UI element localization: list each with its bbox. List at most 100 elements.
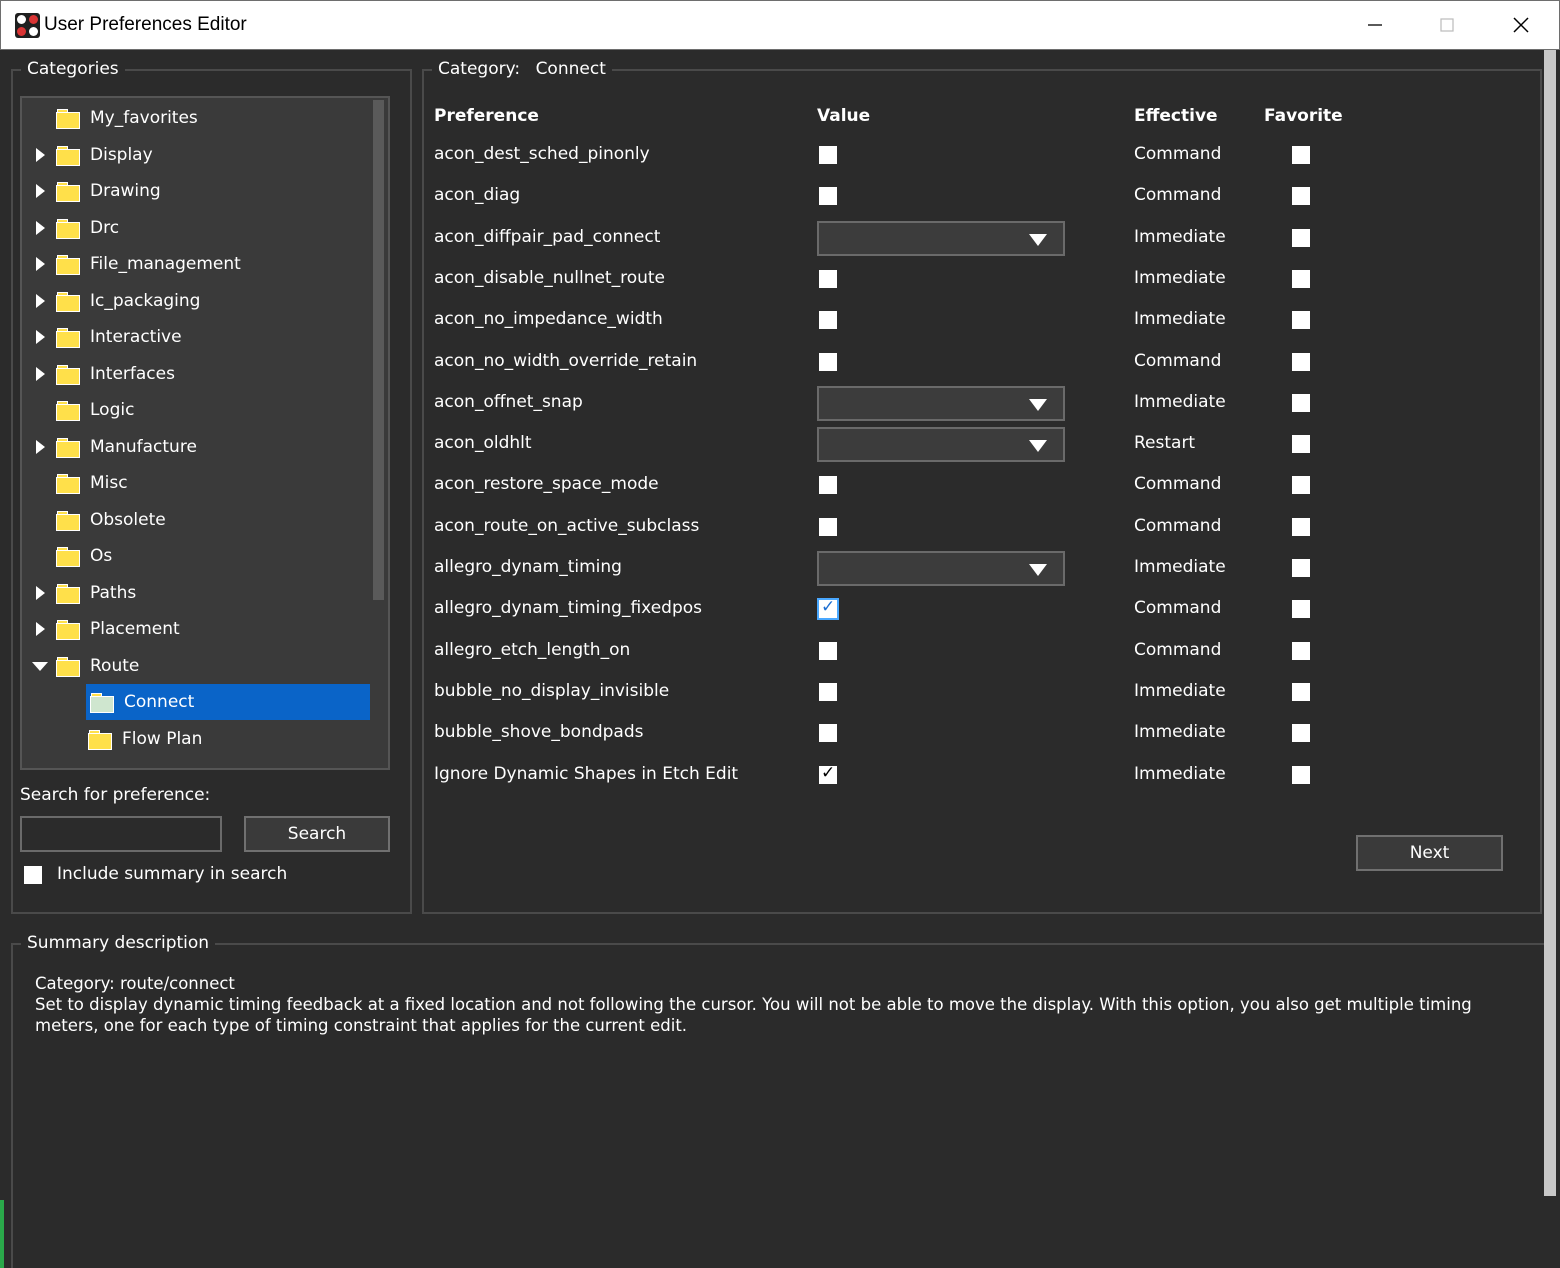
folder-icon [56, 437, 80, 458]
value-checkbox[interactable] [819, 724, 837, 743]
tree-scrollbar[interactable] [373, 100, 384, 600]
collapsed-arrow-icon[interactable] [32, 621, 48, 637]
collapsed-arrow-icon[interactable] [32, 329, 48, 345]
category-tree[interactable]: My_favorites Display Drawing Drc File_manage… [20, 96, 390, 770]
window-scrollbar[interactable] [1544, 50, 1556, 1196]
tree-item-file-management[interactable]: File_management [22, 246, 362, 282]
tree-item-placement[interactable]: Placement [22, 611, 362, 647]
tree-item-misc[interactable]: Misc [22, 465, 362, 501]
collapsed-arrow-icon[interactable] [32, 256, 48, 272]
tree-item-label: Ic_packaging [90, 290, 201, 311]
effective-label: Immediate [1134, 722, 1226, 743]
collapsed-arrow-icon[interactable] [32, 183, 48, 199]
preference-name: acon_restore_space_mode [434, 474, 659, 495]
preference-row: acon_oldhlt Restart [434, 427, 1434, 463]
favorite-checkbox[interactable] [1292, 187, 1310, 206]
tree-item-drc[interactable]: Drc [22, 210, 362, 246]
tree-item-connect[interactable]: Connect [86, 684, 370, 720]
favorite-checkbox[interactable] [1292, 435, 1310, 454]
effective-label: Command [1134, 474, 1222, 495]
value-checkbox[interactable] [819, 146, 837, 164]
favorite-checkbox[interactable] [1292, 765, 1310, 784]
preference-name: acon_oldhlt [434, 433, 532, 454]
collapsed-arrow-icon[interactable] [32, 366, 48, 382]
favorite-checkbox[interactable] [1292, 641, 1310, 660]
favorite-checkbox[interactable] [1292, 393, 1310, 412]
preference-row: acon_diffpair_pad_connect Immediate [434, 220, 1434, 256]
next-button[interactable]: Next [1356, 835, 1503, 871]
value-checkbox[interactable] [819, 763, 837, 784]
value-checkbox[interactable] [819, 517, 837, 536]
value-checkbox[interactable] [819, 311, 837, 330]
tree-item-label: Route [90, 655, 140, 676]
effective-label: Immediate [1134, 309, 1226, 330]
favorite-checkbox[interactable] [1292, 476, 1310, 495]
tree-item-manufacture[interactable]: Manufacture [22, 429, 362, 465]
title-bar: User Preferences Editor [0, 0, 1560, 50]
collapsed-arrow-icon[interactable] [32, 147, 48, 163]
favorite-checkbox[interactable] [1292, 269, 1310, 288]
include-summary-label: Include summary in search [57, 864, 288, 884]
collapsed-arrow-icon[interactable] [32, 585, 48, 601]
value-dropdown[interactable] [817, 427, 1065, 463]
preference-row: acon_offnet_snap Immediate [434, 385, 1434, 421]
favorite-checkbox[interactable] [1292, 311, 1310, 330]
tree-item-obsolete[interactable]: Obsolete [22, 502, 362, 538]
effective-label: Immediate [1134, 680, 1226, 701]
tree-item-logic[interactable]: Logic [22, 392, 362, 428]
preference-row: bubble_no_display_invisible Immediate [434, 675, 1434, 709]
tree-item-display[interactable]: Display [22, 137, 362, 173]
value-checkbox[interactable] [819, 476, 837, 495]
preference-name: bubble_no_display_invisible [434, 680, 670, 701]
close-button[interactable] [1485, 1, 1557, 49]
value-dropdown[interactable] [817, 551, 1065, 586]
tree-item-label: Misc [90, 473, 128, 493]
search-button[interactable]: Search [244, 816, 390, 852]
minimize-button[interactable] [1339, 1, 1411, 49]
value-checkbox[interactable] [817, 597, 839, 621]
include-summary-checkbox[interactable] [24, 866, 42, 884]
favorite-checkbox[interactable] [1292, 352, 1310, 371]
favorite-checkbox[interactable] [1292, 724, 1310, 743]
folder-icon [56, 328, 80, 348]
collapsed-arrow-icon[interactable] [32, 293, 48, 309]
value-checkbox[interactable] [819, 641, 837, 660]
tree-item-label: Interfaces [90, 363, 175, 384]
value-checkbox[interactable] [819, 187, 837, 206]
tree-item-flow-plan[interactable]: Flow Plan [22, 721, 362, 757]
favorite-checkbox[interactable] [1292, 146, 1310, 164]
tree-item-interfaces[interactable]: Interfaces [22, 356, 362, 392]
favorite-checkbox[interactable] [1292, 682, 1310, 701]
tree-item-my-favorites[interactable]: My_favorites [22, 100, 362, 136]
collapsed-arrow-icon[interactable] [32, 220, 48, 236]
summary-body-text: Set to display dynamic timing feedback a… [35, 995, 1472, 1035]
value-dropdown[interactable] [817, 220, 1065, 256]
preference-name: acon_no_width_override_retain [434, 350, 698, 371]
folder-icon [56, 182, 80, 202]
favorite-checkbox[interactable] [1292, 600, 1310, 619]
folder-icon [56, 145, 80, 166]
tree-item-route[interactable]: Route [22, 648, 362, 684]
favorite-checkbox[interactable] [1292, 228, 1310, 247]
favorite-checkbox[interactable] [1292, 559, 1310, 577]
tree-item-paths[interactable]: Paths [22, 575, 362, 611]
favorite-checkbox[interactable] [1292, 517, 1310, 536]
value-checkbox[interactable] [819, 352, 837, 371]
tree-item-os[interactable]: Os [22, 538, 362, 574]
preference-name: acon_offnet_snap [434, 391, 583, 412]
value-dropdown[interactable] [817, 385, 1065, 421]
tree-item-interactive[interactable]: Interactive [22, 319, 362, 355]
value-checkbox[interactable] [819, 682, 837, 701]
preference-row: acon_restore_space_mode Command [434, 468, 1434, 502]
search-label: Search for preference: [20, 785, 211, 805]
preference-name: Ignore Dynamic Shapes in Etch Edit [434, 763, 739, 784]
expanded-arrow-icon[interactable] [32, 658, 48, 674]
tree-item-drawing[interactable]: Drawing [22, 173, 362, 209]
tree-item-label: Flow Plan [122, 728, 203, 749]
folder-icon [56, 656, 80, 677]
collapsed-arrow-icon[interactable] [32, 439, 48, 455]
maximize-button[interactable] [1411, 1, 1483, 49]
tree-item-ic-packaging[interactable]: Ic_packaging [22, 283, 362, 319]
value-checkbox[interactable] [819, 269, 837, 288]
search-input[interactable] [20, 816, 222, 852]
